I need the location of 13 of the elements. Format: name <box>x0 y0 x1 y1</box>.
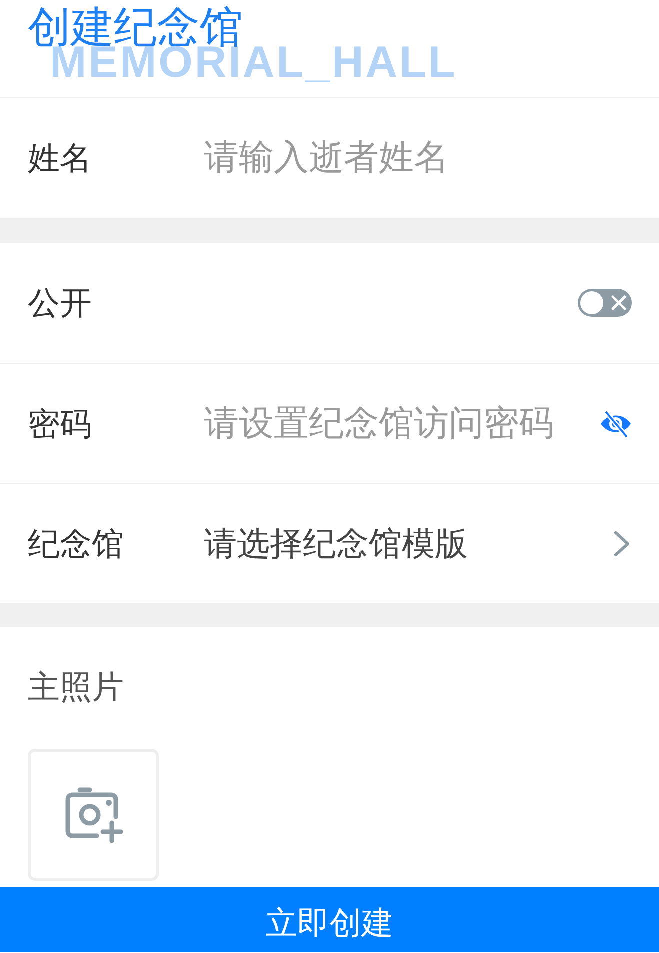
password-input[interactable]: 请设置纪念馆访问密码 <box>204 400 588 446</box>
photo-upload-box[interactable] <box>28 749 159 881</box>
create-button[interactable]: 立即创建 <box>0 887 659 952</box>
camera-plus-icon <box>64 787 122 843</box>
field-label: 密码 <box>28 404 93 444</box>
template-select[interactable]: 请选择纪念馆模版 <box>204 524 632 564</box>
name-input[interactable]: 请输入逝者姓名 <box>204 135 632 181</box>
toggle-switch[interactable] <box>578 289 632 317</box>
photo-label: 主照片 <box>28 667 124 707</box>
field-label: 公开 <box>28 283 93 323</box>
chevron-right-icon <box>612 530 632 558</box>
field-label: 姓名 <box>28 138 93 178</box>
field-label: 纪念馆 <box>28 524 125 564</box>
